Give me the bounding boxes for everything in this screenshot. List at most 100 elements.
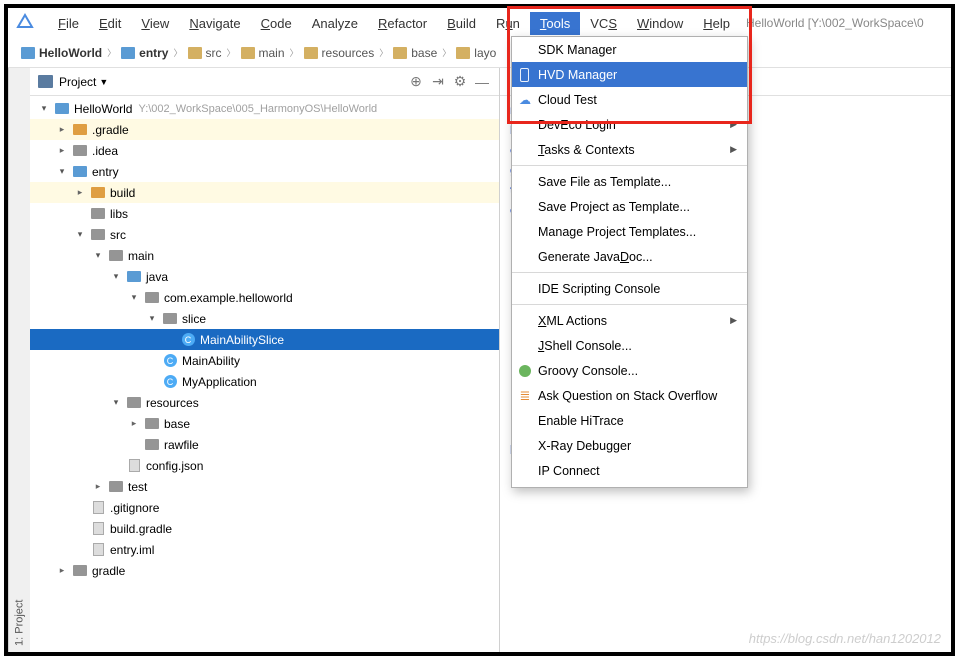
tree-node[interactable]: .gitignore	[30, 497, 499, 518]
tree-node[interactable]: ▸.gradle	[30, 119, 499, 140]
folder-icon	[162, 312, 178, 326]
expand-closed-icon[interactable]: ▸	[56, 145, 68, 156]
folder-icon	[90, 186, 106, 200]
menu-navigate[interactable]: Navigate	[179, 12, 250, 35]
menu-refactor[interactable]: Refactor	[368, 12, 437, 35]
expand-open-icon[interactable]: ▾	[146, 313, 158, 324]
tree-node[interactable]: ▾ entry	[30, 161, 499, 182]
breadcrumb-item[interactable]: base	[390, 46, 440, 60]
cloud-icon: ☁	[517, 92, 533, 108]
menu-bar: FileEditViewNavigateCodeAnalyzeRefactorB…	[8, 8, 951, 38]
tree-node[interactable]: ▸build	[30, 182, 499, 203]
tree-node[interactable]: libs	[30, 203, 499, 224]
expand-open-icon[interactable]: ▾	[128, 292, 140, 303]
tree-node[interactable]: build.gradle	[30, 518, 499, 539]
dropdown-arrow-icon[interactable]: ▼	[99, 77, 108, 87]
tree-header-label[interactable]: Project	[59, 75, 96, 89]
menu-item-cloud-test[interactable]: ☁Cloud Test	[512, 87, 747, 112]
tree-node[interactable]: ▾src	[30, 224, 499, 245]
settings-gear-icon[interactable]: ⚙	[451, 73, 469, 91]
menu-item-groovy-console[interactable]: Groovy Console...	[512, 358, 747, 383]
tree-node[interactable]: ▾main	[30, 245, 499, 266]
expand-open-icon[interactable]: ▾	[74, 229, 86, 240]
expand-closed-icon[interactable]: ▸	[92, 481, 104, 492]
tree-node[interactable]: CMainAbility	[30, 350, 499, 371]
menu-edit[interactable]: Edit	[89, 12, 131, 35]
menu-run[interactable]: Run	[486, 12, 530, 35]
tree-header: Project ▼ ⊕ ⇥ ⚙ —	[30, 68, 499, 96]
expand-closed-icon[interactable]: ▸	[128, 418, 140, 429]
menu-item-x-ray-debugger[interactable]: X-Ray Debugger	[512, 433, 747, 458]
menu-build[interactable]: Build	[437, 12, 486, 35]
expand-open-icon[interactable]: ▾	[38, 103, 50, 114]
file-icon	[90, 522, 106, 536]
tree-body[interactable]: ▾HelloWorldY:\002_WorkSpace\005_HarmonyO…	[30, 96, 499, 652]
folder-icon	[54, 102, 70, 116]
collapse-button[interactable]: ⇥	[429, 73, 447, 91]
breadcrumb-item[interactable]: HelloWorld	[18, 46, 105, 60]
breadcrumb-item[interactable]: main	[238, 46, 288, 60]
menu-vcs[interactable]: VCS	[580, 12, 627, 35]
menu-item-xml-actions[interactable]: XML Actions▶	[512, 308, 747, 333]
expand-closed-icon[interactable]: ▸	[56, 565, 68, 576]
breadcrumb-separator-icon: 〉	[107, 46, 116, 59]
folder-icon	[21, 47, 35, 59]
sidebar-tab-project[interactable]: 1: Project	[8, 68, 30, 652]
expand-open-icon[interactable]: ▾	[92, 250, 104, 261]
menu-item-jshell-console[interactable]: JShell Console...	[512, 333, 747, 358]
tree-node[interactable]: ▸gradle	[30, 560, 499, 581]
menu-item-ide-scripting-console[interactable]: IDE Scripting Console	[512, 276, 747, 301]
menu-item-deveco-login[interactable]: DevEco Login▶	[512, 112, 747, 137]
menu-window[interactable]: Window	[627, 12, 693, 35]
menu-view[interactable]: View	[131, 12, 179, 35]
expand-open-icon[interactable]: ▾	[110, 397, 122, 408]
menu-tools[interactable]: Tools	[530, 12, 580, 35]
breadcrumb-item[interactable]: entry	[118, 46, 171, 60]
tree-node[interactable]: rawfile	[30, 434, 499, 455]
tree-node[interactable]: CMainAbilitySlice	[30, 329, 499, 350]
tree-node[interactable]: ▾java	[30, 266, 499, 287]
menu-item-ask-question-on-stack-overflow[interactable]: ≣Ask Question on Stack Overflow	[512, 383, 747, 408]
expand-open-icon[interactable]: ▾	[56, 166, 68, 177]
tree-node[interactable]: ▸.idea	[30, 140, 499, 161]
folder-icon	[90, 228, 106, 242]
folder-icon	[90, 207, 106, 221]
tree-node[interactable]: ▾HelloWorldY:\002_WorkSpace\005_HarmonyO…	[30, 98, 499, 119]
expand-closed-icon[interactable]: ▸	[56, 124, 68, 135]
tree-node[interactable]: config.json	[30, 455, 499, 476]
breadcrumb-item[interactable]: src	[185, 46, 225, 60]
menu-item-save-file-as-template[interactable]: Save File as Template...	[512, 169, 747, 194]
breadcrumb-item[interactable]: resources	[301, 46, 378, 60]
expand-closed-icon[interactable]: ▸	[74, 187, 86, 198]
file-icon	[90, 501, 106, 515]
menu-item-manage-project-templates[interactable]: Manage Project Templates...	[512, 219, 747, 244]
tree-label: config.json	[146, 459, 203, 473]
menu-item-hvd-manager[interactable]: HVD Manager	[512, 62, 747, 87]
menu-file[interactable]: File	[48, 12, 89, 35]
submenu-arrow-icon: ▶	[730, 315, 737, 326]
tree-label: entry	[92, 165, 119, 179]
tree-hint: Y:\002_WorkSpace\005_HarmonyOS\HelloWorl…	[138, 103, 377, 115]
tree-node[interactable]: entry.iml	[30, 539, 499, 560]
locate-button[interactable]: ⊕	[407, 73, 425, 91]
menu-item-enable-hitrace[interactable]: Enable HiTrace	[512, 408, 747, 433]
menu-item-generate-javadoc[interactable]: Generate JavaDoc...	[512, 244, 747, 269]
menu-item-tasks-contexts[interactable]: Tasks & Contexts▶	[512, 137, 747, 162]
tree-node[interactable]: ▾slice	[30, 308, 499, 329]
hide-button[interactable]: —	[473, 73, 491, 91]
menu-help[interactable]: Help	[693, 12, 740, 35]
expand-open-icon[interactable]: ▾	[110, 271, 122, 282]
breadcrumb-separator-icon: 〉	[442, 46, 451, 59]
tree-node[interactable]: ▾com.example.helloworld	[30, 287, 499, 308]
menu-analyze[interactable]: Analyze	[302, 12, 368, 35]
menu-item-save-project-as-template[interactable]: Save Project as Template...	[512, 194, 747, 219]
breadcrumb-item[interactable]: layo	[453, 46, 499, 60]
groovy-icon	[519, 365, 531, 377]
menu-item-sdk-manager[interactable]: SDK Manager	[512, 37, 747, 62]
menu-code[interactable]: Code	[251, 12, 302, 35]
tree-node[interactable]: CMyApplication	[30, 371, 499, 392]
tree-node[interactable]: ▾resources	[30, 392, 499, 413]
tree-node[interactable]: ▸base	[30, 413, 499, 434]
menu-item-ip-connect[interactable]: IP Connect	[512, 458, 747, 483]
tree-node[interactable]: ▸test	[30, 476, 499, 497]
